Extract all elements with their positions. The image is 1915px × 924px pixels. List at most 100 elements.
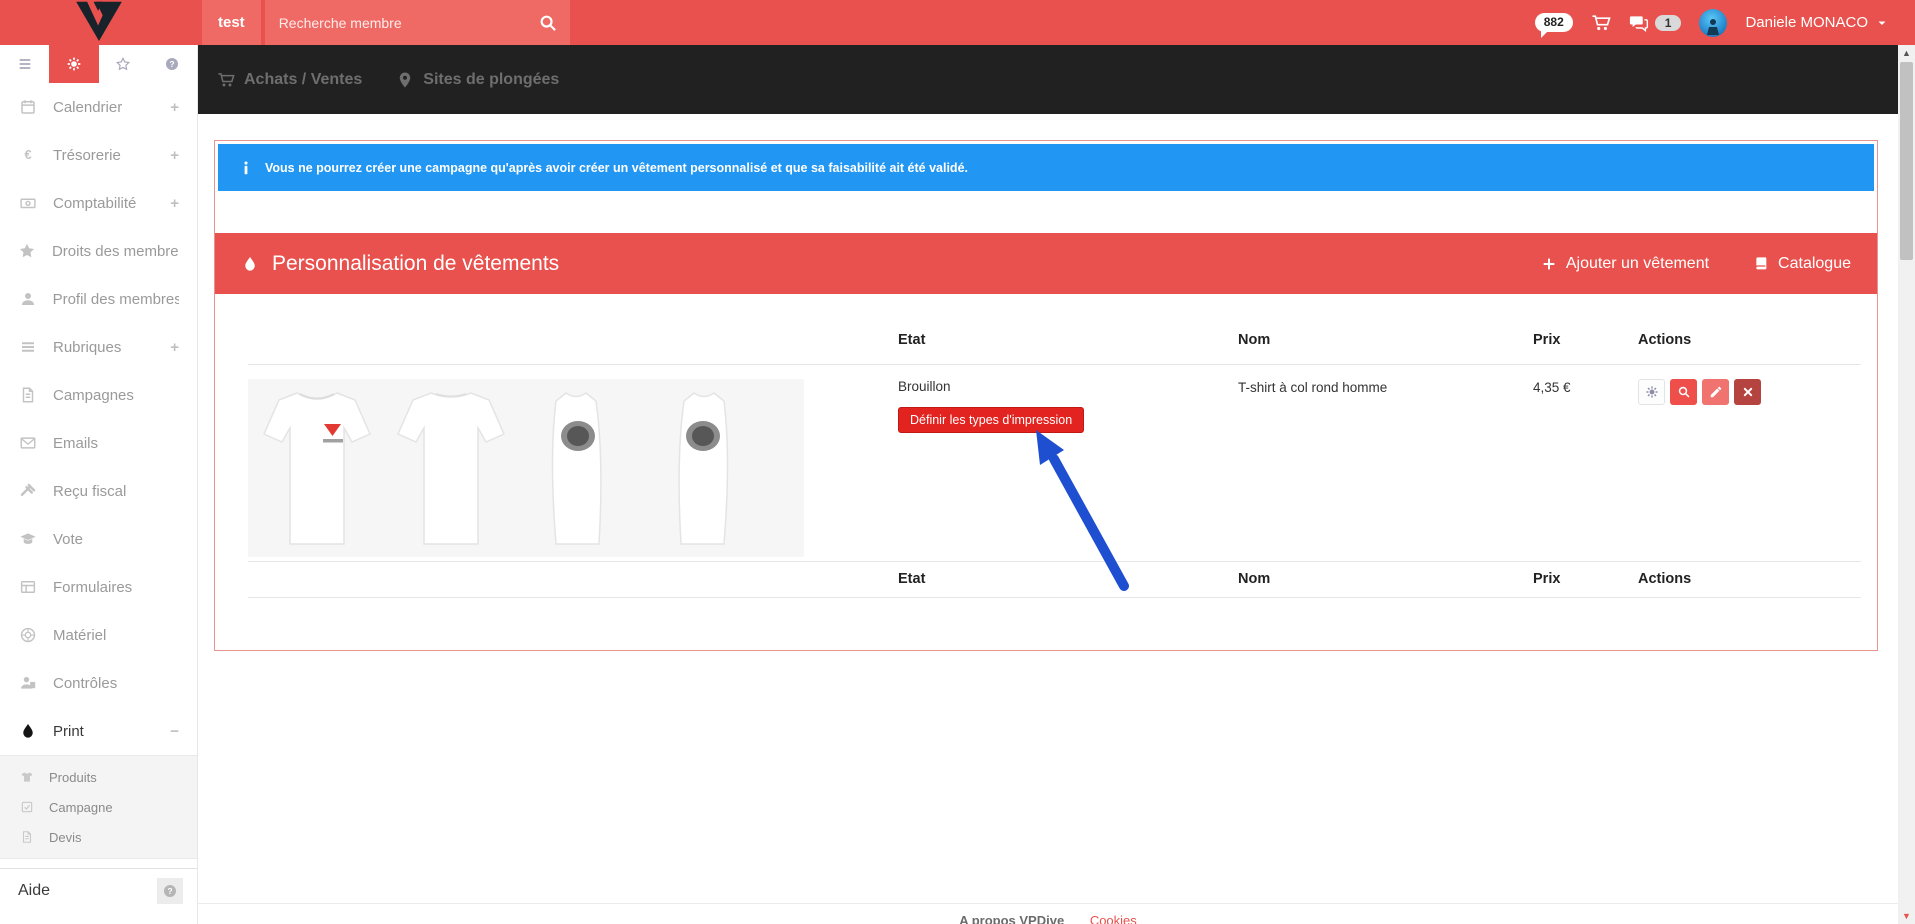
messages-group[interactable]: 1 (1629, 13, 1682, 33)
checkbox-icon (20, 800, 36, 814)
sidebar-tab-menu[interactable] (0, 45, 49, 83)
table-row: Brouillon Définir les types d'impression… (248, 364, 1861, 561)
cookies-link[interactable]: Cookies (1090, 913, 1137, 924)
star-outline-icon (115, 56, 131, 72)
search-input[interactable] (265, 15, 526, 31)
sidebar-item-emails[interactable]: Emails (0, 419, 197, 467)
sidebar-item-rubriques[interactable]: Rubriques+ (0, 323, 197, 371)
gear-icon (66, 56, 82, 72)
nom-value: T-shirt à col rond homme (1238, 380, 1387, 395)
file-icon (20, 830, 36, 844)
catalog-button[interactable]: Catalogue (1753, 255, 1851, 273)
info-alert: Vous ne pourrez créer une campagne qu'ap… (218, 144, 1874, 191)
scrollbar-thumb[interactable] (1900, 62, 1913, 260)
sidebar-item-re-u-fiscal[interactable]: Reçu fiscal (0, 467, 197, 515)
sidebar-item-formulaires[interactable]: Formulaires (0, 563, 197, 611)
sidebar-item-profil-des-membres[interactable]: Profil des membres (0, 275, 197, 323)
sidebar-item-comptabilit-[interactable]: Comptabilité+ (0, 179, 197, 227)
column-header-image (248, 316, 898, 364)
product-image[interactable] (248, 379, 804, 557)
sidebar-item-vote[interactable]: Vote (0, 515, 197, 563)
drop-icon (18, 722, 38, 740)
scrollbar-down-arrow[interactable]: ▼ (1898, 908, 1915, 924)
expand-toggle[interactable]: + (170, 195, 179, 212)
etat-cell: Brouillon Définir les types d'impression (898, 364, 1238, 561)
search-icon[interactable] (526, 0, 570, 45)
content-card: Vous ne pourrez créer une campagne qu'ap… (214, 140, 1878, 651)
user-menu[interactable]: Daniele MONACO (1745, 14, 1889, 31)
add-garment-button[interactable]: Ajouter un vêtement (1541, 255, 1709, 273)
scrollbar-up-arrow[interactable]: ▲ (1898, 45, 1915, 61)
help-icon[interactable]: ? (157, 878, 183, 904)
panel-actions: Ajouter un vêtement Catalogue (1541, 255, 1851, 273)
row-view-button[interactable] (1670, 379, 1697, 405)
scrollbar[interactable]: ▲ ▼ (1898, 45, 1915, 924)
top-right-icons: 882 1 Daniele MONACO (1535, 0, 1915, 45)
row-settings-button[interactable] (1638, 379, 1665, 405)
user-icon (18, 290, 38, 308)
cart-icon[interactable] (1591, 13, 1611, 33)
expand-toggle[interactable]: − (170, 723, 179, 740)
column-header-actions: Actions (1638, 316, 1861, 364)
plus-icon (1541, 256, 1557, 272)
book-icon (1753, 256, 1769, 272)
star-icon (18, 242, 37, 260)
sidebar-item-campagnes[interactable]: Campagnes (0, 371, 197, 419)
map-pin-icon (396, 71, 414, 89)
sidebar-item-tr-sorerie[interactable]: €Trésorerie+ (0, 131, 197, 179)
sidebar-tab-gear[interactable] (49, 45, 98, 83)
app: test 882 1 Daniele MONACO ? Calendrier+€… (0, 0, 1915, 924)
pencil-icon (1709, 385, 1723, 399)
etat-value: Brouillon (898, 379, 1238, 394)
actions-cell (1638, 364, 1861, 561)
column-header-prix: Prix (1533, 316, 1638, 364)
svg-text:?: ? (170, 59, 175, 69)
messages-count-badge: 1 (1655, 15, 1682, 31)
gear-icon (1645, 385, 1659, 399)
define-print-types-button[interactable]: Définir les types d'impression (898, 407, 1084, 433)
sidebar-item-mat-riel[interactable]: Matériel (0, 611, 197, 659)
sidebar-item-contr-les[interactable]: Contrôles (0, 659, 197, 707)
column-header-nom: Nom (1238, 561, 1533, 597)
avatar[interactable] (1699, 9, 1727, 37)
sidebar-tab-help[interactable]: ? (148, 45, 197, 83)
column-header-prix: Prix (1533, 561, 1638, 597)
prix-value: 4,35 € (1533, 380, 1571, 395)
sidebar-subitem-produits[interactable]: Produits (0, 762, 197, 792)
expand-toggle[interactable]: + (170, 99, 179, 116)
help-label: Aide (18, 882, 50, 900)
life-ring-icon (18, 626, 38, 644)
main-content: Achats / Ventes Sites de plongées Vous ne… (198, 45, 1898, 924)
row-edit-button[interactable] (1702, 379, 1729, 405)
sidebar-tab-star-outline[interactable] (99, 45, 148, 83)
brand-logo[interactable] (0, 0, 198, 45)
nav-item-sites-de-plong-es[interactable]: Sites de plongées (396, 71, 559, 89)
sidebar-item-droits-des-membres[interactable]: Droits des membres (0, 227, 197, 275)
panel-title: Personnalisation de vêtements (272, 252, 559, 276)
row-delete-button[interactable] (1734, 379, 1761, 405)
workspace-label[interactable]: test (202, 0, 261, 45)
table-header-row: EtatNomPrixActions (248, 316, 1861, 364)
sidebar-subitem-devis[interactable]: Devis (0, 822, 197, 852)
expand-toggle[interactable]: + (170, 339, 179, 356)
about-link[interactable]: A propos VPDive (959, 913, 1064, 924)
tshirt-icon (20, 770, 36, 784)
caret-down-icon (1875, 16, 1889, 30)
table-icon (18, 578, 38, 596)
help-row: Aide ? (0, 868, 197, 913)
sidebar: ? Calendrier+€Trésorerie+Comptabilité+Dr… (0, 45, 198, 924)
page-footer: A propos VPDive Cookies (198, 903, 1898, 924)
sidebar-item-calendrier[interactable]: Calendrier+ (0, 83, 197, 131)
banknote-icon (18, 194, 38, 212)
expand-toggle[interactable]: + (170, 147, 179, 164)
secondary-navbar: Achats / Ventes Sites de plongées (198, 45, 1898, 114)
sidebar-subitem-campagne[interactable]: Campagne (0, 792, 197, 822)
sidebar-tabs: ? (0, 45, 197, 83)
panel-header: Personnalisation de vêtements Ajouter un… (215, 233, 1877, 294)
nav-item-achats-ventes[interactable]: Achats / Ventes (217, 71, 362, 89)
gavel-icon (18, 482, 38, 500)
notifications-badge[interactable]: 882 (1535, 13, 1573, 32)
sidebar-item-print[interactable]: Print− (0, 707, 197, 755)
alert-text: Vous ne pourrez créer une campagne qu'ap… (265, 161, 968, 175)
envelope-icon (18, 434, 38, 452)
